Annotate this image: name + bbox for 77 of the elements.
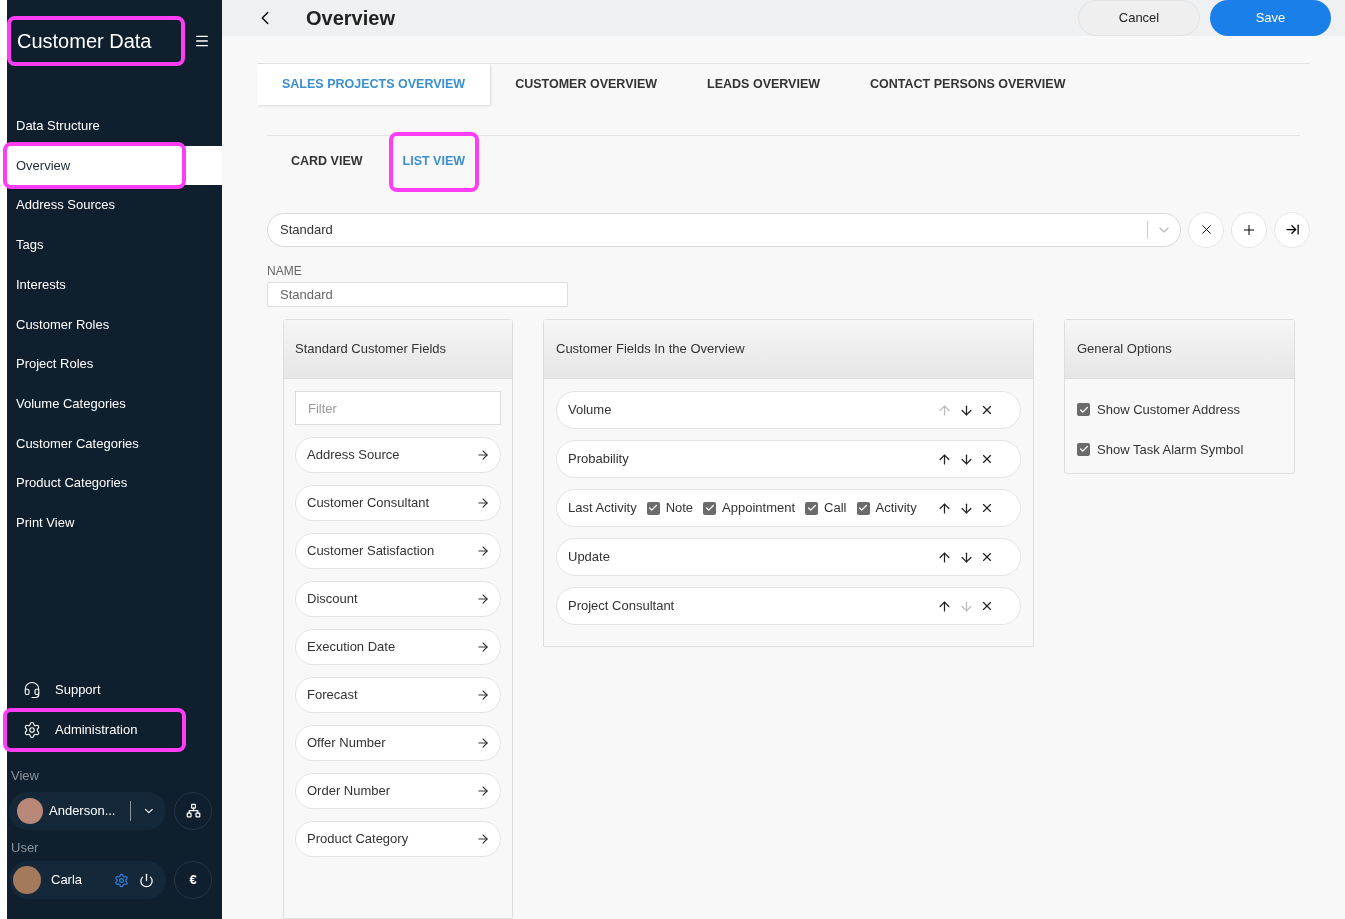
remove-icon[interactable] [980, 403, 994, 417]
field-item[interactable]: Discount [295, 581, 501, 617]
field-item[interactable]: Product Category [295, 821, 501, 857]
arrow-down-icon[interactable] [959, 549, 974, 565]
field-item[interactable]: Last Activity Note Appointment Call Activity [556, 489, 1021, 527]
sidebar-item[interactable]: Volume Categories [7, 383, 182, 424]
sidebar-item[interactable]: Customer Roles [7, 304, 182, 345]
sidebar-item[interactable]: Address Sources [7, 185, 182, 226]
arrow-down-icon[interactable] [959, 451, 974, 467]
page-title: Overview [306, 6, 395, 31]
field-item[interactable]: Probability [556, 440, 1021, 478]
checkbox[interactable] [703, 501, 717, 515]
checkbox-label: Call [824, 499, 847, 518]
section-label: User [10, 838, 40, 857]
remove-icon[interactable] [980, 452, 994, 466]
power-icon[interactable] [139, 872, 154, 888]
checkbox[interactable] [646, 501, 660, 515]
remove-icon[interactable] [980, 550, 994, 564]
tab[interactable]: CUSTOMER OVERVIEW [490, 64, 683, 105]
cancel-button[interactable]: Cancel [1078, 0, 1200, 36]
view-tab[interactable]: CARD VIEW [281, 135, 373, 188]
remove-icon[interactable] [980, 599, 994, 613]
field-item[interactable]: Order Number [295, 773, 501, 809]
sidebar-item[interactable]: Data Structure [7, 106, 182, 146]
headset-icon [23, 681, 41, 699]
menu-icon[interactable] [194, 33, 210, 49]
save-button[interactable]: Save [1210, 0, 1331, 36]
sidebar-item[interactable]: Print View [7, 502, 182, 543]
arrow-right-icon[interactable] [476, 448, 490, 462]
field-item[interactable]: Address Source [295, 437, 501, 473]
checkbox[interactable] [1077, 442, 1090, 456]
field-label: NAME [267, 262, 303, 280]
export-button[interactable] [1274, 211, 1310, 248]
settings-icon[interactable] [114, 872, 129, 888]
sidebar-item[interactable]: Customer Categories [7, 423, 182, 464]
field-item[interactable]: Customer Consultant [295, 485, 501, 521]
settings-icon [23, 721, 41, 739]
tab[interactable]: CONTACT PERSONS OVERVIEW [845, 64, 1091, 105]
arrow-down-icon[interactable] [959, 402, 974, 418]
sidebar-item[interactable]: Administration [7, 712, 182, 748]
checkbox[interactable] [856, 501, 870, 515]
view-selector[interactable]: Anderson... [9, 791, 166, 830]
field-item[interactable]: Execution Date [295, 629, 501, 665]
panel-header: Standard Customer Fields [284, 320, 512, 379]
avatar [17, 797, 43, 824]
checkbox-label: Note [665, 499, 694, 518]
field-item[interactable]: Offer Number [295, 725, 501, 761]
sidebar-item[interactable]: Product Categories [7, 463, 182, 503]
sidebar-item[interactable]: Tags [7, 225, 182, 265]
name-field[interactable]: Standard [267, 281, 568, 307]
field-item[interactable]: Project Consultant [556, 587, 1021, 625]
arrow-right-icon[interactable] [476, 496, 490, 510]
sidebar-item[interactable]: Support [7, 672, 182, 708]
panel-header: Customer Fields In the Overview [544, 320, 1033, 379]
field-item[interactable]: Update [556, 538, 1021, 576]
section-label: View [10, 767, 40, 785]
filter-field[interactable]: Filter [295, 391, 501, 425]
panel-header: General Options [1065, 320, 1294, 379]
checkbox-label: Show Customer Address [1097, 401, 1241, 419]
checkbox-label: Appointment [722, 499, 796, 518]
layout-select[interactable]: Standard [267, 212, 1181, 247]
checkbox[interactable] [805, 501, 819, 515]
field-item[interactable]: Customer Satisfaction [295, 533, 501, 569]
add-button[interactable] [1231, 211, 1267, 248]
checkbox-label: Show Task Alarm Symbol [1097, 440, 1244, 459]
checkbox-label: Activity [875, 499, 917, 518]
arrow-down-icon[interactable] [959, 500, 974, 516]
field-item[interactable]: Forecast [295, 677, 501, 713]
remove-icon[interactable] [980, 501, 994, 515]
avatar [13, 866, 41, 894]
user-selector[interactable]: Carla [9, 861, 166, 899]
checkbox[interactable] [1077, 403, 1090, 417]
field-item[interactable]: Volume [556, 391, 1021, 429]
tab[interactable]: LEADS OVERVIEW [682, 64, 846, 105]
sidebar-item[interactable]: Project Roles [7, 344, 182, 384]
sidebar-item[interactable]: Interests [7, 264, 182, 305]
hierarchy-icon [185, 803, 201, 818]
